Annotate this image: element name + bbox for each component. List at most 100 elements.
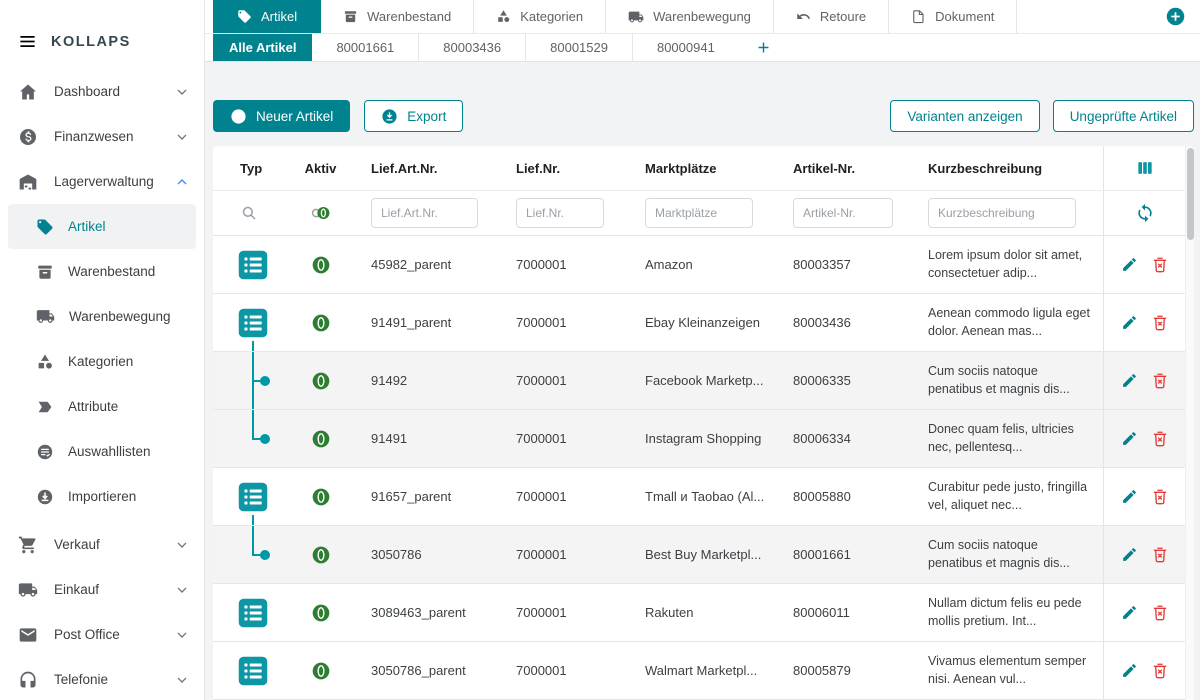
sidebar-item-einkauf[interactable]: Einkauf [0,567,204,612]
subtab-article[interactable]: 80003436 [419,34,526,61]
unchecked-articles-button[interactable]: Ungeprüfte Artikel [1053,100,1194,132]
scrollbar-thumb[interactable] [1187,148,1194,240]
tab-kategorien[interactable]: Kategorien [474,0,606,33]
subtab-article[interactable]: 80001529 [526,34,633,61]
show-variants-button[interactable]: Varianten anzeigen [890,100,1039,132]
lief-art-nr-filter-input[interactable] [371,198,478,228]
tree-node-dot [260,550,270,560]
edit-icon[interactable] [1121,256,1138,273]
delete-icon[interactable] [1151,662,1169,680]
sidebar-item-dashboard[interactable]: Dashboard [0,69,204,114]
active-toggle-icon[interactable] [311,313,331,333]
header-artikel-nr[interactable]: Artikel-Nr. [780,146,915,190]
active-toggle-icon[interactable] [311,487,331,507]
sidebar-item-auswahllisten[interactable]: Auswahllisten [8,429,196,474]
active-toggle-icon[interactable] [311,545,331,565]
article-list-icon[interactable] [235,305,271,341]
delete-icon[interactable] [1151,256,1169,274]
download-circle-icon [36,488,54,506]
undo-arrow-icon [796,9,811,24]
lief-nr-cell: 7000001 [503,236,632,293]
vertical-scrollbar[interactable] [1185,146,1194,700]
add-subtab-icon[interactable] [739,34,788,61]
edit-icon[interactable] [1121,372,1138,389]
edit-icon[interactable] [1121,662,1138,679]
lief-nr-filter-input[interactable] [516,198,604,228]
artikel-nr-cell: 80005880 [780,468,915,525]
subtab-alle-artikel[interactable]: Alle Artikel [213,34,312,61]
edit-icon[interactable] [1121,430,1138,447]
delete-icon[interactable] [1151,372,1169,390]
sidebar-item-post-office[interactable]: Post Office [0,612,204,657]
kurzbeschreibung-cell: Nullam dictum felis eu pede mollis preti… [928,595,1093,630]
edit-icon[interactable] [1121,314,1138,331]
columns-icon[interactable] [1135,158,1155,178]
tab-warenbestand[interactable]: Warenbestand [321,0,474,33]
sidebar-item-artikel[interactable]: Artikel [8,204,196,249]
add-tab-icon[interactable] [1151,0,1200,33]
archive-box-icon [36,263,54,281]
article-list-icon[interactable] [235,595,271,631]
active-toggle-icon[interactable] [311,255,331,275]
delete-icon[interactable] [1151,546,1169,564]
header-kurzbeschreibung[interactable]: Kurzbeschreibung [915,146,1103,190]
active-toggle-icon[interactable] [311,429,331,449]
chevron-down-icon [174,627,190,643]
export-button[interactable]: Export [364,100,463,132]
tab-retoure[interactable]: Retoure [774,0,889,33]
marktplatz-cell: Amazon [632,236,780,293]
sidebar-item-verkauf[interactable]: Verkauf [0,522,204,567]
marktplatz-cell: Facebook Marketp... [632,352,780,409]
sync-icon[interactable] [1135,203,1155,223]
article-list-icon[interactable] [235,479,271,515]
article-subtabbar: Alle Artikel 80001661 80003436 80001529 … [205,34,1200,62]
article-list-icon[interactable] [235,247,271,283]
sidebar-item-warenbestand[interactable]: Warenbestand [8,249,196,294]
table-row: 91491_parent 7000001 Ebay Kleinanzeigen … [213,294,1185,352]
artikel-nr-cell: 80005879 [780,642,915,699]
header-typ[interactable]: Typ [213,146,283,190]
header-aktiv[interactable]: Aktiv [283,146,358,190]
sidebar-item-telefonie[interactable]: Telefonie [0,657,204,700]
article-list-icon[interactable] [235,653,271,689]
headset-icon [18,670,38,690]
sidebar-item-warenbewegung[interactable]: Warenbewegung [8,294,196,339]
artikel-nr-filter-input[interactable] [793,198,893,228]
marktplaetze-filter-input[interactable] [645,198,753,228]
edit-icon[interactable] [1121,604,1138,621]
tab-artikel[interactable]: Artikel [213,0,321,33]
header-lief-art-nr[interactable]: Lief.Art.Nr. [358,146,503,190]
delete-icon[interactable] [1151,314,1169,332]
category-shapes-icon [36,353,54,371]
active-filter-toggle-icon[interactable] [310,202,332,224]
chevron-down-icon [174,129,190,145]
sidebar-item-lagerverwaltung[interactable]: Lagerverwaltung [0,159,204,204]
header-marktplaetze[interactable]: Marktplätze [632,146,780,190]
active-toggle-icon[interactable] [311,661,331,681]
artikel-nr-cell: 80006334 [780,410,915,467]
kurzbeschreibung-filter-input[interactable] [928,198,1076,228]
sidebar-item-kategorien[interactable]: Kategorien [8,339,196,384]
delete-icon[interactable] [1151,430,1169,448]
header-lief-nr[interactable]: Lief.Nr. [503,146,632,190]
tab-dokument[interactable]: Dokument [889,0,1017,33]
tab-warenbewegung[interactable]: Warenbewegung [606,0,774,33]
subtab-article[interactable]: 80001661 [312,34,419,61]
edit-icon[interactable] [1121,546,1138,563]
table-row: 45982_parent 7000001 Amazon 80003357 Lor… [213,236,1185,294]
delete-icon[interactable] [1151,604,1169,622]
subtab-article[interactable]: 80000941 [633,34,739,61]
sidebar-item-attribute[interactable]: Attribute [8,384,196,429]
sidebar-item-importieren[interactable]: Importieren [8,474,196,519]
edit-icon[interactable] [1121,488,1138,505]
delete-icon[interactable] [1151,488,1169,506]
chevron-down-icon [174,582,190,598]
active-toggle-icon[interactable] [311,371,331,391]
active-toggle-icon[interactable] [311,603,331,623]
new-article-button[interactable]: Neuer Artikel [213,100,350,132]
sidebar-item-finanzwesen[interactable]: Finanzwesen [0,114,204,159]
marktplatz-cell: Tmall и Taobao (Al... [632,468,780,525]
marktplatz-cell: Ebay Kleinanzeigen [632,294,780,351]
menu-icon[interactable] [18,32,37,51]
search-icon[interactable] [240,204,258,222]
